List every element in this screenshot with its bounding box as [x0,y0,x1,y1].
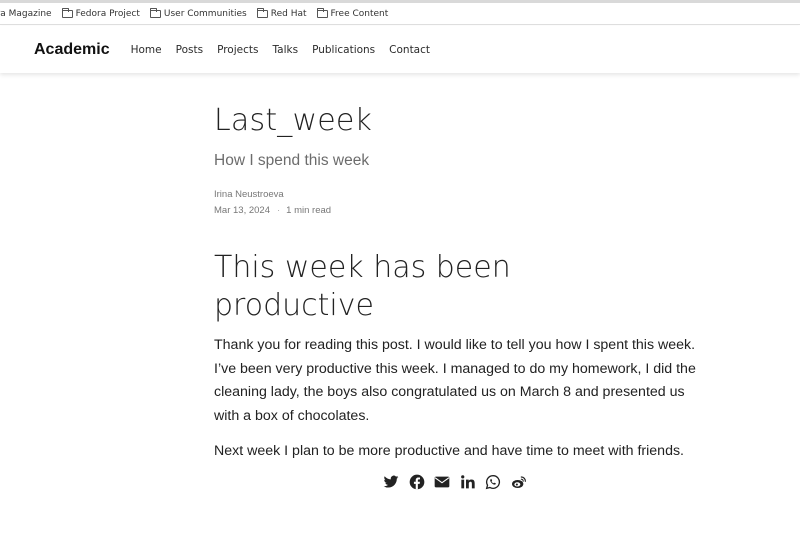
site-navbar: Academic Home Posts Projects Talks Publi… [0,26,800,73]
folder-icon [316,7,328,18]
site-brand[interactable]: Academic [34,41,110,59]
bookmarks-bar: ora Magazine Fedora Project User Communi… [0,3,800,25]
folder-icon [149,7,161,18]
bookmark-label: Red Hat [270,8,307,19]
body-paragraph: Next week I plan to be more productive a… [214,443,685,459]
bookmark-red-hat[interactable]: Red Hat [256,7,307,19]
folder-icon [61,7,73,18]
page-title: Last_week [214,103,373,138]
bookmark-fedora-magazine[interactable]: ora Magazine [0,9,52,19]
weibo-icon[interactable] [511,474,527,490]
publish-date: Mar 13, 2024 [214,205,270,216]
bookmark-fedora-project[interactable]: Fedora Project [61,7,140,19]
nav-link-projects[interactable]: Projects [217,44,258,56]
facebook-icon[interactable] [409,474,425,490]
twitter-icon[interactable] [383,474,399,490]
article-meta: Mar 13, 2024 · 1 min read [214,205,331,216]
author-link[interactable]: Irina Neustroeva [214,189,284,200]
whatsapp-icon[interactable] [485,474,501,490]
meta-separator: · [276,205,281,216]
folder-icon [256,7,268,18]
nav-link-posts[interactable]: Posts [176,44,203,56]
bookmark-free-content[interactable]: Free Content [316,7,389,19]
bookmark-user-communities[interactable]: User Communities [149,7,247,19]
bookmark-label: Fedora Project [75,8,140,19]
nav-link-contact[interactable]: Contact [389,44,430,56]
linkedin-icon[interactable] [460,474,476,490]
reading-time: 1 min read [286,205,332,216]
nav-link-talks[interactable]: Talks [272,44,298,56]
email-icon[interactable] [434,474,450,490]
share-bar [383,473,536,491]
section-heading: This week has been productive [214,250,511,323]
bookmark-label: Free Content [330,8,389,19]
body-paragraph: Thank you for reading this post. I would… [214,337,696,424]
page-subtitle: How I spend this week [214,152,370,169]
bookmark-label: ora Magazine [0,8,52,19]
bookmark-label: User Communities [163,8,247,19]
nav-link-home[interactable]: Home [131,44,162,56]
nav-link-publications[interactable]: Publications [312,44,375,56]
